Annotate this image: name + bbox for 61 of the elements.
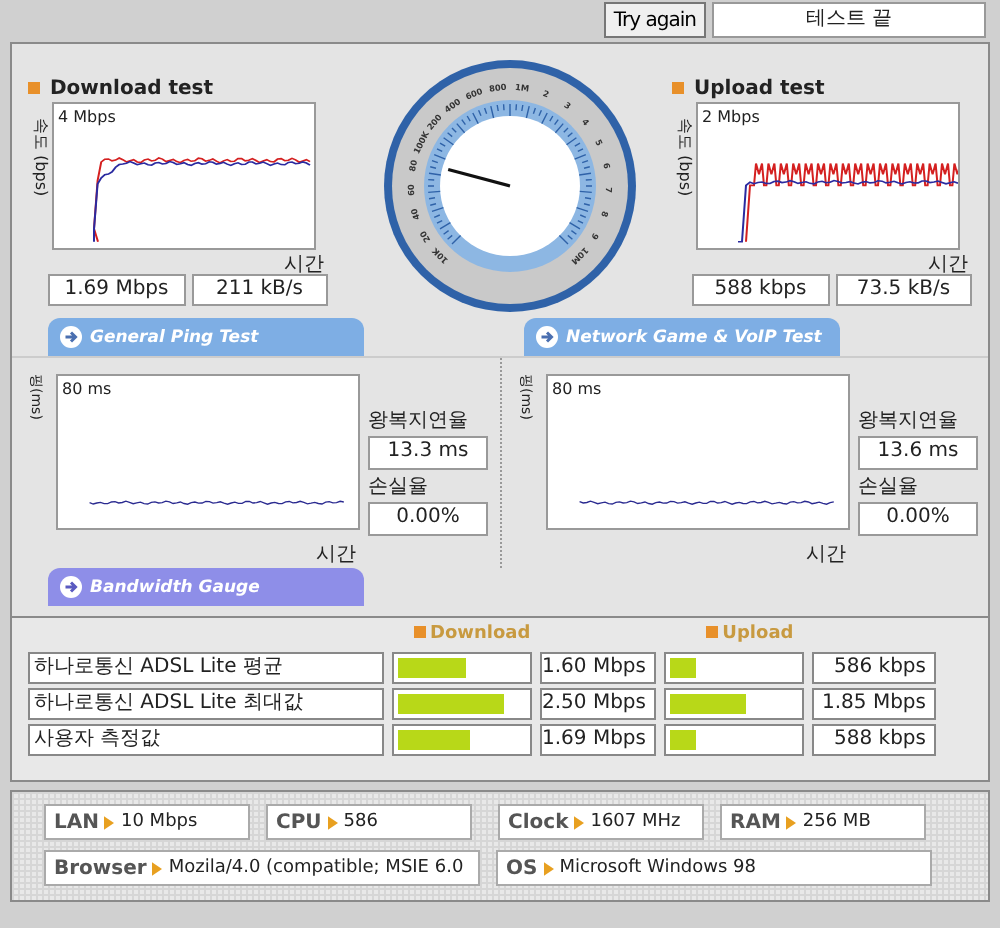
triangle-icon [543, 861, 554, 875]
triangle-icon [786, 815, 797, 829]
info-label: CPU [276, 811, 322, 833]
axis-label: 시간 [806, 544, 846, 566]
arrow-icon [60, 576, 82, 598]
bandwidth-reading: 586 kbps [812, 652, 936, 684]
bandwidth-reading: 1.60 Mbps [540, 652, 656, 684]
speed-reading: 588 kbps [692, 274, 829, 306]
triangle-icon [104, 815, 115, 829]
info-value: 1607 MHz [590, 812, 681, 832]
status-field: 테스트 끝 [712, 2, 986, 38]
latency-reading: 13.6 ms [858, 436, 978, 470]
column-header: Upload [706, 624, 794, 648]
section-header: Bandwidth Gauge [48, 568, 364, 606]
info-value: Mozila/4.0 (compatible; MSIE 6.0 [168, 858, 464, 878]
info-label: LAN [54, 811, 99, 833]
info-value: 256 MB [802, 812, 871, 832]
info-label: Browser [54, 857, 147, 879]
speed-reading: 73.5 kB/s [835, 274, 972, 306]
axis-label: 시간 [316, 544, 356, 566]
triangle-icon [574, 815, 585, 829]
axis-label: 시간 [284, 254, 324, 276]
info-label: OS [506, 857, 538, 879]
stat-label: 손실율 [368, 474, 430, 500]
axis-max-label: 4 Mbps [58, 108, 116, 126]
info-value: Microsoft Windows 98 [559, 858, 757, 878]
arrow-icon [60, 326, 82, 348]
row-label: 사용자 측정값 [28, 724, 384, 756]
stat-label: 손실율 [858, 474, 920, 500]
try-again-button[interactable]: Try again [603, 2, 706, 38]
section-header: Network Game & VoIP Test [524, 318, 840, 356]
stat-label: 왕복지연율 [858, 408, 960, 434]
row-label: 하나로통신 ADSL Lite 최대값 [28, 688, 384, 720]
axis-label: 시간 [928, 254, 968, 276]
speed-reading: 211 kB/s [191, 274, 328, 306]
axis-max-label: 2 Mbps [702, 108, 760, 126]
triangle-icon [152, 861, 163, 875]
bandwidth-reading: 588 kbps [812, 724, 936, 756]
latency-reading: 13.3 ms [368, 436, 488, 470]
bandwidth-reading: 2.50 Mbps [540, 688, 656, 720]
axis-label: 속도 (bps) [30, 118, 50, 197]
column-header: Download [414, 624, 531, 648]
info-value: 586 [343, 812, 378, 832]
test-title: Download test [28, 74, 328, 102]
axis-max-label: 80 ms [552, 380, 602, 398]
section-header: General Ping Test [48, 318, 364, 356]
stat-label: 왕복지연율 [368, 408, 470, 434]
info-value: 10 Mbps [120, 812, 198, 832]
row-label: 하나로통신 ADSL Lite 평균 [28, 652, 384, 684]
info-label: Clock [508, 811, 569, 833]
loss-reading: 0.00% [368, 502, 488, 536]
bandwidth-reading: 1.69 Mbps [540, 724, 656, 756]
info-label: RAM [730, 811, 781, 833]
triangle-icon [327, 815, 338, 829]
axis-max-label: 80 ms [62, 380, 112, 398]
arrow-icon [536, 326, 558, 348]
loss-reading: 0.00% [858, 502, 978, 536]
axis-label: 속도 (bps) [674, 118, 694, 197]
speed-reading: 1.69 Mbps [48, 274, 185, 306]
bandwidth-reading: 1.85 Mbps [812, 688, 936, 720]
test-title: Upload test [672, 74, 972, 102]
